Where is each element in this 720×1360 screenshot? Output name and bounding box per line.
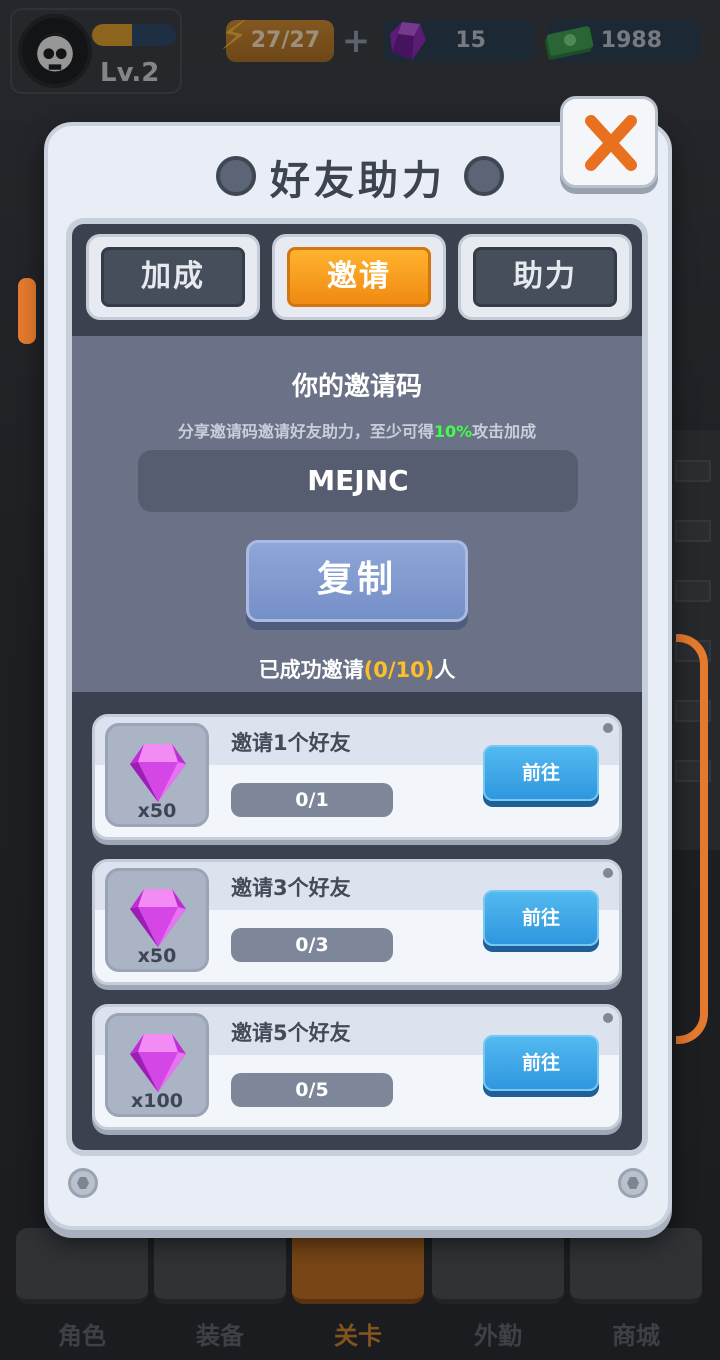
reward-icon-box: x50: [105, 868, 209, 972]
reward-task-label: 邀请1个好友: [231, 731, 351, 755]
card-pin: [603, 723, 613, 733]
close-button[interactable]: [560, 96, 658, 188]
tab-assist-label: 助力: [473, 247, 617, 307]
reward-progress: 0/3: [231, 928, 393, 962]
pink-diamond-icon: [130, 744, 186, 802]
reward-list: x50 邀请1个好友 0/1 前往 x50 邀请3个好友 0/3 前往 x100…: [72, 692, 642, 1148]
reward-quantity: x50: [137, 800, 177, 822]
reward-task-label: 邀请3个好友: [231, 876, 351, 900]
tab-assist[interactable]: 助力: [458, 234, 632, 320]
invite-count-prefix: 已成功邀请: [258, 658, 364, 682]
close-icon: [585, 115, 637, 171]
card-pin: [603, 868, 613, 878]
invite-count-text: 已成功邀请(0/10)人: [72, 654, 642, 684]
tab-bonus[interactable]: 加成: [86, 234, 260, 320]
friend-help-dialog: 好友助力 加成 邀请 助力 你的邀请码 分享邀请码邀请好友助力，至少可得10%攻…: [44, 122, 672, 1230]
title-bolt-right: [464, 156, 504, 196]
invite-count-value: (0/10): [363, 658, 435, 682]
reward-quantity: x100: [131, 1090, 183, 1112]
go-button[interactable]: 前往: [483, 1035, 599, 1091]
dialog-content: 加成 邀请 助力 你的邀请码 分享邀请码邀请好友助力，至少可得10%攻击加成 M…: [66, 218, 648, 1156]
invite-code-description: 分享邀请码邀请好友助力，至少可得10%攻击加成: [72, 418, 642, 442]
corner-bolt-left: [68, 1168, 98, 1198]
invite-count-suffix: 人: [434, 658, 456, 682]
card-pin: [603, 1013, 613, 1023]
reward-card: x100 邀请5个好友 0/5 前往: [92, 1004, 622, 1130]
reward-task-label: 邀请5个好友: [231, 1021, 351, 1045]
reward-icon-box: x50: [105, 723, 209, 827]
description-text: 分享邀请码邀请好友助力，至少可得: [177, 422, 434, 441]
go-button[interactable]: 前往: [483, 890, 599, 946]
invite-code-field[interactable]: MEJNC: [138, 450, 578, 512]
go-button[interactable]: 前往: [483, 745, 599, 801]
reward-progress: 0/5: [231, 1073, 393, 1107]
tab-bar: 加成 邀请 助力: [86, 234, 634, 326]
tab-invite-label: 邀请: [287, 247, 431, 307]
tab-bonus-label: 加成: [101, 247, 245, 307]
pink-diamond-icon: [130, 889, 186, 947]
modal-side-rail: [676, 634, 708, 1044]
reward-card: x50 邀请1个好友 0/1 前往: [92, 714, 622, 840]
tab-invite[interactable]: 邀请: [272, 234, 446, 320]
modal-side-tab: [18, 278, 36, 344]
reward-quantity: x50: [137, 945, 177, 967]
invite-code-title: 你的邀请码: [291, 372, 422, 402]
reward-progress: 0/1: [231, 783, 393, 817]
copy-button[interactable]: 复制: [246, 540, 468, 622]
pink-diamond-icon: [130, 1034, 186, 1092]
corner-bolt-right: [618, 1168, 648, 1198]
bonus-percent: 10%: [433, 422, 473, 441]
invite-code-section: 你的邀请码 分享邀请码邀请好友助力，至少可得10%攻击加成 MEJNC 复制 已…: [72, 336, 642, 692]
description-suffix: 攻击加成: [472, 422, 537, 441]
reward-card: x50 邀请3个好友 0/3 前往: [92, 859, 622, 985]
reward-icon-box: x100: [105, 1013, 209, 1117]
